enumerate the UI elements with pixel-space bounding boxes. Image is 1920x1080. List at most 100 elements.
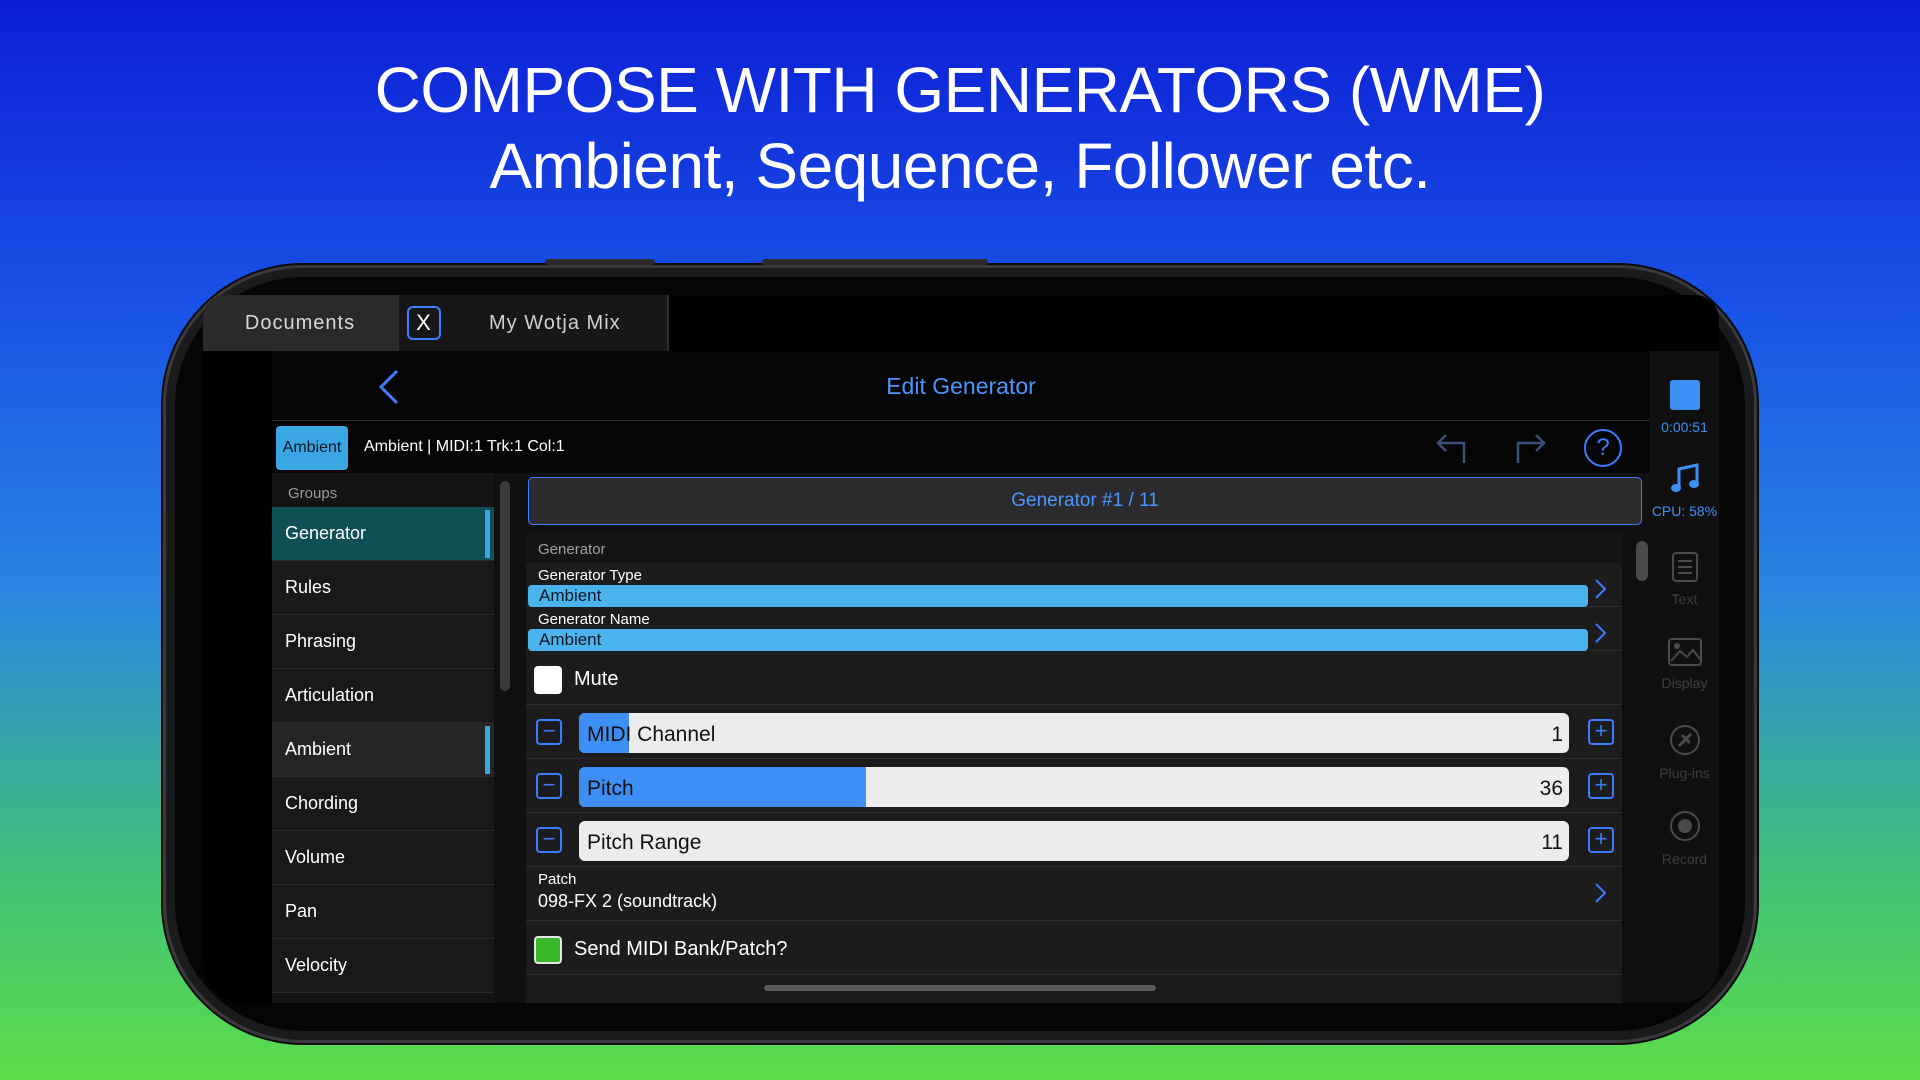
- pitch-range-increment-button[interactable]: +: [1588, 827, 1614, 853]
- headline-line-2: Ambient, Sequence, Follower etc.: [489, 130, 1431, 202]
- patch-row[interactable]: Patch 098-FX 2 (soundtrack): [526, 867, 1622, 921]
- group-list: Generator Rules Phrasing Articulation Am…: [272, 507, 494, 993]
- document-icon[interactable]: [1671, 551, 1699, 583]
- phone-side-button: [762, 259, 988, 265]
- patch-value: 098-FX 2 (soundtrack): [538, 891, 718, 911]
- section-label: Generator: [526, 533, 1622, 563]
- stop-control[interactable]: 0:00:51: [1650, 379, 1719, 435]
- generator-type-row[interactable]: Generator Type Ambient: [526, 563, 1622, 607]
- record-icon[interactable]: [1668, 809, 1702, 843]
- page-title: Edit Generator: [886, 373, 1036, 399]
- midi-channel-increment-button[interactable]: +: [1588, 719, 1614, 745]
- generator-settings: Generator Generator Type Ambient Generat…: [526, 533, 1622, 1003]
- generator-name-row[interactable]: Generator Name Ambient: [526, 607, 1622, 651]
- cpu-usage: CPU: 58%: [1651, 503, 1718, 519]
- pitch-range-decrement-button[interactable]: −: [536, 827, 562, 853]
- mute-label: Mute: [574, 668, 619, 690]
- image-icon[interactable]: [1667, 637, 1703, 667]
- record-label: Record: [1661, 851, 1708, 867]
- generator-name-value[interactable]: Ambient: [528, 629, 1588, 651]
- send-midi-row: Send MIDI Bank/Patch?: [526, 921, 1622, 975]
- cpu-control[interactable]: CPU: 58%: [1650, 463, 1719, 519]
- nav-bar: Edit Generator: [272, 351, 1650, 421]
- tab-label: My Wotja Mix: [489, 311, 621, 334]
- generator-type-pill[interactable]: Ambient: [276, 426, 348, 470]
- pitch-range-slider[interactable]: Pitch Range 11: [579, 821, 1569, 861]
- display-label: Display: [1661, 675, 1708, 691]
- group-item-phrasing[interactable]: Phrasing: [272, 615, 494, 669]
- generator-type-value[interactable]: Ambient: [528, 585, 1588, 607]
- home-indicator[interactable]: [764, 985, 1156, 991]
- slider-label: Pitch Range: [587, 831, 702, 854]
- group-item-rules[interactable]: Rules: [272, 561, 494, 615]
- display-control[interactable]: Display: [1650, 637, 1719, 691]
- text-label: Text: [1671, 591, 1698, 607]
- document-tabs: Documents X My Wotja Mix: [203, 295, 1719, 351]
- mute-checkbox[interactable]: [534, 666, 562, 694]
- text-control[interactable]: Text: [1650, 551, 1719, 607]
- selection-marker: [485, 510, 490, 558]
- groups-panel: Groups Generator Rules Phrasing Articula…: [272, 473, 494, 1003]
- phone-side-button: [545, 259, 655, 265]
- chevron-right-icon[interactable]: [1592, 577, 1608, 601]
- headline-line-1: COMPOSE WITH GENERATORS (WME): [374, 54, 1546, 126]
- pitch-decrement-button[interactable]: −: [536, 773, 562, 799]
- generator-name-label: Generator Name: [538, 611, 650, 628]
- slider-value: 36: [1539, 777, 1563, 800]
- generator-selector[interactable]: Generator #1 / 11: [528, 477, 1642, 525]
- slider-value: 1: [1551, 723, 1563, 746]
- pitch-row: − Pitch 36 +: [526, 759, 1622, 813]
- groups-scrollbar[interactable]: [500, 481, 510, 691]
- group-item-ambient[interactable]: Ambient: [272, 723, 494, 777]
- help-button[interactable]: ?: [1584, 429, 1622, 467]
- pitch-increment-button[interactable]: +: [1588, 773, 1614, 799]
- slider-label: Pitch: [587, 777, 634, 800]
- generator-type-label: Generator Type: [538, 567, 642, 584]
- group-item-chording[interactable]: Chording: [272, 777, 494, 831]
- group-item-label: Ambient: [285, 739, 352, 759]
- settings-scrollbar[interactable]: [1636, 541, 1648, 581]
- undo-icon[interactable]: [1434, 431, 1474, 465]
- group-item-label: Velocity: [285, 955, 348, 975]
- group-item-label: Rules: [285, 577, 332, 597]
- midi-channel-row: − MIDI Channel 1 +: [526, 705, 1622, 759]
- pitch-range-row: − Pitch Range 11 +: [526, 813, 1622, 867]
- app-screen: Documents X My Wotja Mix Edit Generator …: [203, 295, 1719, 1003]
- group-item-label: Chording: [285, 793, 359, 813]
- elapsed-time: 0:00:51: [1661, 419, 1708, 435]
- group-item-label: Generator: [285, 523, 367, 543]
- plugins-control[interactable]: Plug-ins: [1650, 723, 1719, 781]
- group-item-articulation[interactable]: Articulation: [272, 669, 494, 723]
- tab-my-wotja-mix[interactable]: X My Wotja Mix: [397, 295, 669, 351]
- transport-sidebar: 0:00:51 CPU: 58% Text Display Plug-ins R…: [1650, 351, 1719, 1003]
- close-tab-button[interactable]: X: [407, 306, 441, 340]
- slider-label: MIDI Channel: [587, 723, 716, 746]
- midi-channel-decrement-button[interactable]: −: [536, 719, 562, 745]
- pitch-slider[interactable]: Pitch 36: [579, 767, 1569, 807]
- group-item-volume[interactable]: Volume: [272, 831, 494, 885]
- chevron-right-icon[interactable]: [1592, 881, 1608, 905]
- group-item-label: Articulation: [285, 685, 375, 705]
- send-midi-label: Send MIDI Bank/Patch?: [574, 938, 788, 960]
- patch-label: Patch: [538, 871, 577, 888]
- send-midi-checkbox[interactable]: [534, 936, 562, 964]
- generator-info-text: Ambient | MIDI:1 Trk:1 Col:1: [364, 438, 565, 455]
- group-item-label: Volume: [285, 847, 346, 867]
- group-item-pan[interactable]: Pan: [272, 885, 494, 939]
- generator-info-bar: Ambient Ambient | MIDI:1 Trk:1 Col:1 ?: [272, 421, 1650, 473]
- group-item-label: Pan: [285, 901, 318, 921]
- redo-icon[interactable]: [1508, 431, 1548, 465]
- chevron-right-icon[interactable]: [1592, 621, 1608, 645]
- group-item-generator[interactable]: Generator: [272, 507, 494, 561]
- group-item-label: Phrasing: [285, 631, 357, 651]
- tab-documents[interactable]: Documents: [203, 295, 397, 351]
- slider-value: 11: [1541, 831, 1563, 854]
- group-item-velocity[interactable]: Velocity: [272, 939, 494, 993]
- editor-main: Edit Generator Ambient Ambient | MIDI:1 …: [272, 351, 1650, 1003]
- groups-label: Groups: [288, 485, 338, 502]
- record-control[interactable]: Record: [1650, 809, 1719, 867]
- stop-icon[interactable]: [1669, 379, 1701, 411]
- plug-icon[interactable]: [1668, 723, 1702, 757]
- music-note-icon[interactable]: [1669, 463, 1701, 495]
- midi-channel-slider[interactable]: MIDI Channel 1: [579, 713, 1569, 753]
